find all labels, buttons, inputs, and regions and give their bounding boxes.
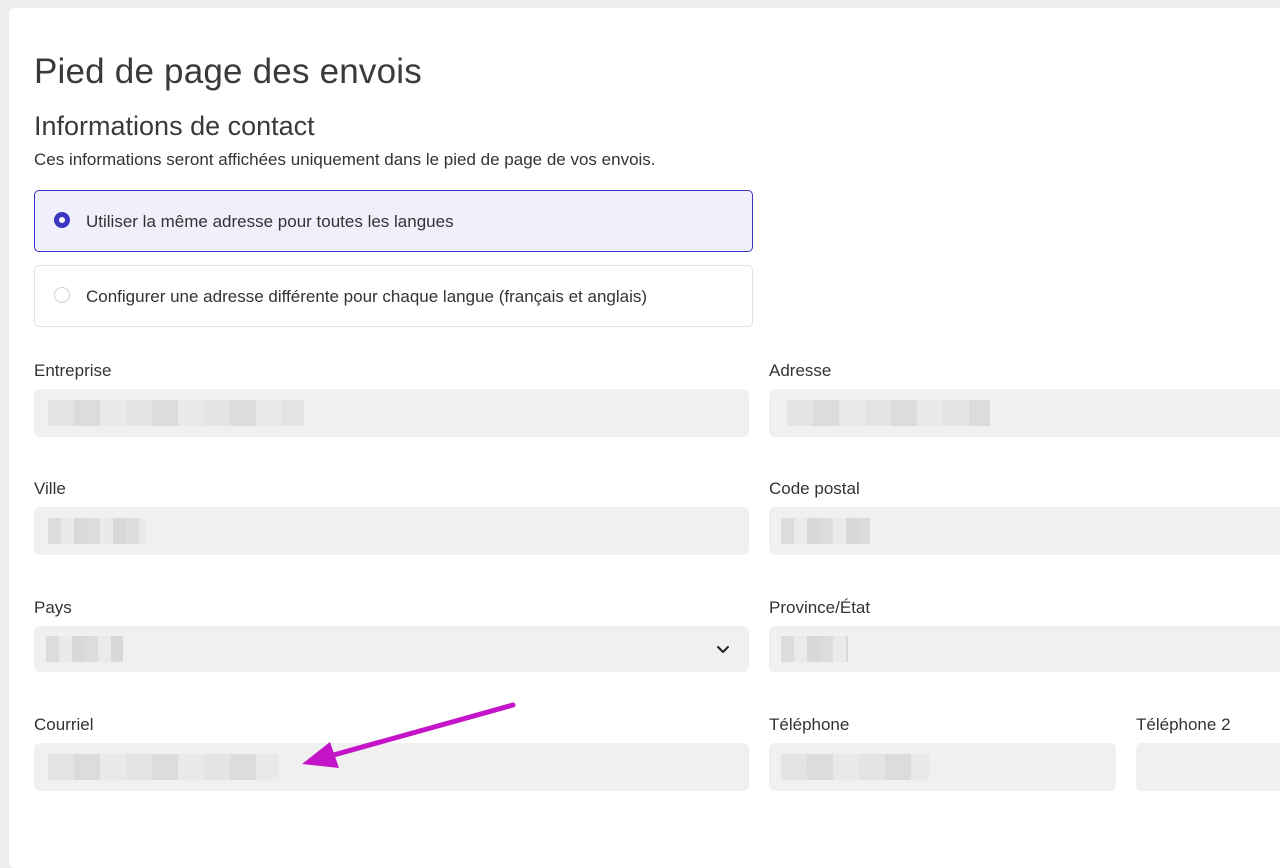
company-label: Entreprise [34, 361, 112, 380]
country-value-redacted [46, 636, 123, 662]
page-title: Pied de page des envois [34, 52, 422, 91]
city-value-redacted [48, 518, 146, 544]
city-label: Ville [34, 479, 66, 498]
section-description: Ces informations seront affichées unique… [34, 150, 656, 169]
province-label: Province/État [769, 598, 871, 617]
phone-label: Téléphone [769, 715, 850, 734]
section-title: Informations de contact [34, 111, 315, 141]
company-input[interactable] [34, 389, 749, 437]
city-input[interactable] [34, 507, 749, 555]
address-value-redacted [787, 400, 990, 426]
radio-same-address-label: Utiliser la même adresse pour toutes les… [86, 212, 454, 231]
province-value-redacted [781, 636, 848, 662]
postal-code-input[interactable] [769, 507, 1280, 555]
phone2-input[interactable] [1136, 743, 1280, 791]
province-input[interactable] [769, 626, 1280, 672]
chevron-down-icon [717, 646, 729, 653]
radio-same-address[interactable]: Utiliser la même adresse pour toutes les… [34, 190, 753, 252]
postal-code-value-redacted [781, 518, 870, 544]
country-select[interactable] [34, 626, 749, 672]
postal-code-label: Code postal [769, 479, 860, 498]
company-value-redacted [48, 400, 304, 426]
phone2-label: Téléphone 2 [1136, 715, 1231, 734]
phone-input[interactable] [769, 743, 1116, 791]
email-input[interactable] [34, 743, 749, 791]
radio-unselected-icon [54, 287, 70, 303]
email-label: Courriel [34, 715, 94, 734]
country-label: Pays [34, 598, 72, 617]
phone-value-redacted [781, 754, 929, 780]
address-label: Adresse [769, 361, 832, 380]
email-value-redacted [48, 754, 279, 780]
address-input[interactable] [769, 389, 1280, 437]
radio-different-address-label: Configurer une adresse différente pour c… [86, 287, 648, 306]
radio-different-address[interactable]: Configurer une adresse différente pour c… [34, 265, 753, 327]
radio-selected-icon [54, 212, 70, 228]
